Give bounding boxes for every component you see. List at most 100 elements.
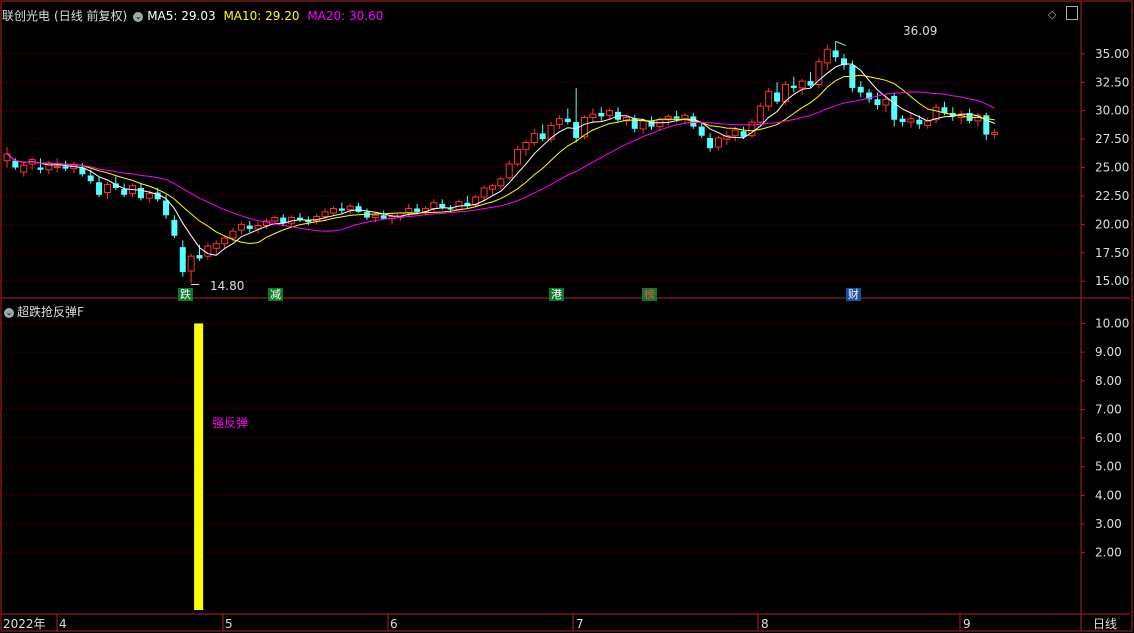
- candle-body: [555, 118, 563, 125]
- candle-body: [573, 122, 580, 138]
- candle-body: [163, 200, 170, 216]
- candle-body: [907, 118, 915, 123]
- candle-body: [991, 131, 999, 136]
- event-tag-die[interactable]: 跌: [178, 288, 193, 301]
- candle-body: [103, 184, 111, 194]
- candle-body: [891, 95, 898, 120]
- outer-frame: [0, 0, 1133, 632]
- y-tick-label: 25.00: [1095, 161, 1129, 175]
- time-label-apr: 4: [59, 617, 67, 631]
- candle-body: [237, 223, 245, 231]
- chevron-down-icon[interactable]: ⌄: [4, 307, 14, 318]
- diamond-icon[interactable]: ◇: [1048, 8, 1056, 21]
- y-tick-label: 15.00: [1095, 274, 1129, 288]
- candle-body: [196, 255, 203, 259]
- candle-body: [530, 132, 538, 144]
- candle-body: [3, 153, 11, 162]
- time-label-sep: 9: [963, 617, 971, 631]
- candle-body: [589, 113, 597, 119]
- candle-body: [497, 178, 505, 187]
- time-label-jun: 6: [390, 617, 398, 631]
- event-tag-gang[interactable]: 港: [549, 288, 564, 301]
- y-tick-label: 10.00: [1095, 316, 1129, 330]
- candle-body: [823, 48, 831, 64]
- candle-body: [145, 193, 153, 199]
- candle-body: [187, 255, 195, 272]
- y-tick-label: 3.00: [1095, 517, 1122, 531]
- candle-body: [271, 217, 279, 222]
- y-tick-label: 7.00: [1095, 402, 1122, 416]
- candle-body: [714, 137, 722, 148]
- time-label-jul: 7: [576, 617, 584, 631]
- chevron-down-icon[interactable]: ⌄: [133, 11, 144, 22]
- indicator-header: ⌄ 超跌抢反弹F: [2, 303, 84, 320]
- time-label-may: 5: [225, 617, 233, 631]
- y-tick-label: 20.00: [1095, 217, 1129, 231]
- ma20-value: MA20: 30.60: [307, 9, 384, 23]
- candle-body: [371, 214, 379, 219]
- candle-body: [899, 118, 906, 123]
- candle-body: [539, 133, 546, 140]
- high-price-label: 36.09: [903, 24, 938, 38]
- candle-body: [45, 162, 53, 171]
- candle-body: [355, 206, 362, 212]
- ma5-line: [6, 63, 995, 256]
- candle-body: [707, 137, 714, 149]
- candle-body: [731, 129, 739, 137]
- candle-body: [857, 86, 864, 93]
- y-tick-label: 6.00: [1095, 431, 1122, 445]
- main-chart-header: 联创光电 (日线 前复权) ⌄ MA5: 29.03 MA10: 29.20 MA20…: [2, 7, 387, 24]
- candle-body: [480, 187, 488, 198]
- candle-body: [564, 118, 571, 123]
- candle-body: [765, 90, 773, 107]
- event-tag-jian[interactable]: 减: [268, 288, 283, 301]
- ma10-value: MA10: 29.20: [223, 9, 300, 23]
- candle-body: [798, 80, 806, 89]
- candle-body: [212, 243, 220, 249]
- window-toggle-icon[interactable]: [1066, 6, 1078, 20]
- y-tick-label: 22.50: [1095, 189, 1129, 203]
- candle-body: [338, 208, 345, 211]
- signal-label: 强反弹: [212, 416, 249, 430]
- candle-body: [87, 175, 94, 182]
- candle-body: [179, 247, 186, 273]
- candle-body: [505, 163, 513, 179]
- candle-body: [832, 50, 839, 58]
- y-tick-label: 30.00: [1095, 104, 1129, 118]
- candle-body: [229, 230, 237, 239]
- candle-body: [430, 202, 438, 209]
- event-tag-bang[interactable]: 榜: [642, 288, 657, 301]
- candle-body: [121, 189, 128, 195]
- y-tick-label: 27.50: [1095, 132, 1129, 146]
- candle-body: [639, 120, 647, 130]
- ma20-line: [6, 91, 995, 232]
- y-tick-label: 5.00: [1095, 460, 1122, 474]
- candle-body: [414, 208, 421, 212]
- candle-body: [62, 166, 69, 169]
- candle-body: [681, 114, 689, 120]
- candle-body: [137, 187, 144, 199]
- candle-body: [447, 208, 454, 210]
- chart-canvas[interactable]: 35.00 32.50 30.00 27.50 25.00 22.50 20.00 17.50…: [0, 0, 1134, 633]
- candle-body: [380, 215, 387, 219]
- y-tick-label: 2.00: [1095, 546, 1122, 560]
- candle-body: [321, 211, 329, 217]
- candle-body: [756, 105, 764, 123]
- candle-body: [12, 160, 19, 168]
- candle-body: [221, 237, 229, 245]
- candle-body: [547, 124, 555, 140]
- candle-body: [96, 182, 103, 195]
- candle-body: [53, 165, 61, 169]
- y-tick-label: 8.00: [1095, 374, 1122, 388]
- y-tick-label: 32.50: [1095, 75, 1129, 89]
- candle-body: [20, 164, 28, 173]
- ma5-value: MA5: 29.03: [147, 9, 216, 23]
- event-tag-cai[interactable]: 财: [846, 288, 861, 301]
- period-button[interactable]: 日线: [1093, 617, 1117, 631]
- period-mode: (日线 前复权): [54, 9, 128, 23]
- candle-body: [346, 205, 354, 211]
- candle-body: [329, 207, 337, 214]
- candle-body: [698, 126, 705, 136]
- y-tick-label: 9.00: [1095, 345, 1122, 359]
- y-tick-label: 17.50: [1095, 246, 1129, 260]
